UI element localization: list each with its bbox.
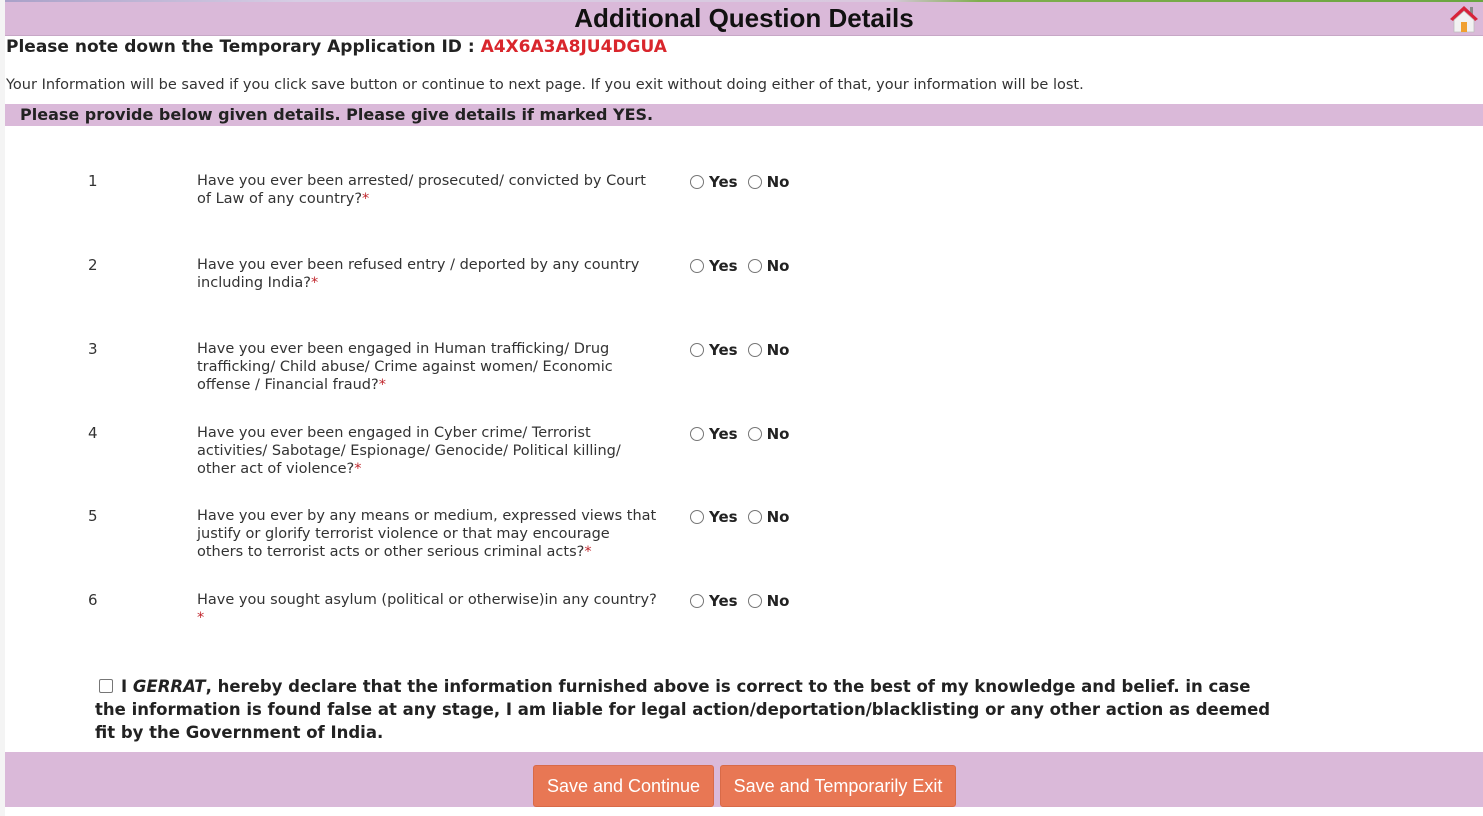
answer-options: Yes No [690, 508, 799, 528]
page-title: Additional Question Details [574, 3, 914, 33]
radio-no-label: No [766, 592, 790, 610]
radio-button[interactable] [747, 259, 762, 273]
radio-no[interactable]: No [747, 592, 790, 610]
radio-yes-label: Yes [709, 341, 738, 359]
radio-no-label: No [766, 508, 790, 526]
required-marker: * [354, 461, 362, 477]
page-header: Additional Question Details [5, 2, 1483, 36]
required-marker: * [378, 377, 386, 393]
declaration: I GERRAT, hereby declare that the inform… [95, 675, 1275, 744]
declaration-prefix: I [121, 677, 133, 696]
radio-yes-label: Yes [709, 592, 738, 610]
question-label: Have you ever been engaged in Human traf… [197, 341, 613, 393]
required-marker: * [362, 191, 370, 207]
home-button[interactable] [1448, 4, 1480, 34]
save-note: Your Information will be saved if you cl… [6, 77, 1084, 93]
section-header: Please provide below given details. Plea… [5, 104, 1483, 126]
question-number: 2 [88, 256, 98, 274]
radio-button[interactable] [747, 343, 762, 357]
radio-yes[interactable]: Yes [690, 425, 738, 443]
question-label: Have you ever been engaged in Cyber crim… [197, 425, 621, 477]
question-number: 3 [88, 340, 98, 358]
radio-yes[interactable]: Yes [690, 173, 738, 191]
save-and-continue-button[interactable]: Save and Continue [533, 765, 714, 807]
radio-no-label: No [766, 173, 790, 191]
radio-no-label: No [766, 425, 790, 443]
radio-yes-label: Yes [709, 257, 738, 275]
radio-yes-label: Yes [709, 508, 738, 526]
radio-button[interactable] [690, 510, 704, 524]
radio-button[interactable] [690, 175, 704, 189]
answer-options: Yes No [690, 425, 799, 445]
radio-no[interactable]: No [747, 425, 790, 443]
temporary-application-id: Please note down the Temporary Applicati… [6, 37, 667, 57]
radio-yes[interactable]: Yes [690, 508, 738, 526]
radio-button[interactable] [747, 594, 762, 608]
radio-button[interactable] [747, 510, 762, 524]
required-marker: * [310, 275, 319, 291]
question-label: Have you sought asylum (political or oth… [197, 592, 657, 608]
question-number: 5 [88, 507, 98, 525]
radio-button[interactable] [690, 427, 704, 441]
radio-button[interactable] [690, 259, 704, 273]
radio-button[interactable] [690, 594, 704, 608]
answer-options: Yes No [690, 257, 799, 277]
question-text: Have you sought asylum (political or oth… [197, 591, 657, 627]
required-marker: * [584, 544, 592, 560]
application-id-label: Please note down the Temporary Applicati… [6, 37, 481, 57]
radio-button[interactable] [690, 343, 704, 357]
section-title: Please provide below given details. Plea… [20, 105, 654, 124]
radio-no[interactable]: No [747, 508, 790, 526]
application-id-value: A4X6A3A8JU4DGUA [480, 37, 667, 57]
question-number: 1 [88, 172, 98, 190]
declaration-text: , hereby declare that the information fu… [95, 677, 1271, 742]
radio-yes[interactable]: Yes [690, 341, 738, 359]
radio-button[interactable] [747, 427, 762, 441]
save-and-exit-button[interactable]: Save and Temporarily Exit [720, 765, 956, 807]
question-number: 4 [88, 424, 98, 442]
radio-yes-label: Yes [709, 173, 738, 191]
required-marker: * [197, 610, 205, 626]
home-icon [1450, 6, 1478, 33]
question-label: Have you ever been arrested/ prosecuted/… [197, 173, 646, 207]
question-text: Have you ever been engaged in Cyber crim… [197, 424, 657, 478]
radio-no-label: No [766, 257, 790, 275]
radio-no[interactable]: No [747, 341, 790, 359]
question-label: Have you ever been refused entry / depor… [197, 257, 640, 291]
footer-actions: Save and Continue Save and Temporarily E… [5, 752, 1483, 807]
radio-yes[interactable]: Yes [690, 592, 738, 610]
radio-no-label: No [766, 341, 790, 359]
answer-options: Yes No [690, 592, 799, 612]
declarant-name: GERRAT [132, 677, 206, 696]
radio-button[interactable] [747, 175, 762, 189]
question-text: Have you ever been arrested/ prosecuted/… [197, 172, 657, 208]
radio-no[interactable]: No [747, 257, 790, 275]
question-number: 6 [88, 591, 98, 609]
radio-no[interactable]: No [747, 173, 790, 191]
answer-options: Yes No [690, 341, 799, 361]
question-text: Have you ever been engaged in Human traf… [197, 340, 657, 394]
declaration-checkbox[interactable] [99, 679, 113, 693]
radio-yes-label: Yes [709, 425, 738, 443]
answer-options: Yes No [690, 173, 799, 193]
question-text: Have you ever been refused entry / depor… [197, 256, 657, 292]
question-text: Have you ever by any means or medium, ex… [197, 507, 657, 561]
radio-yes[interactable]: Yes [690, 257, 738, 275]
